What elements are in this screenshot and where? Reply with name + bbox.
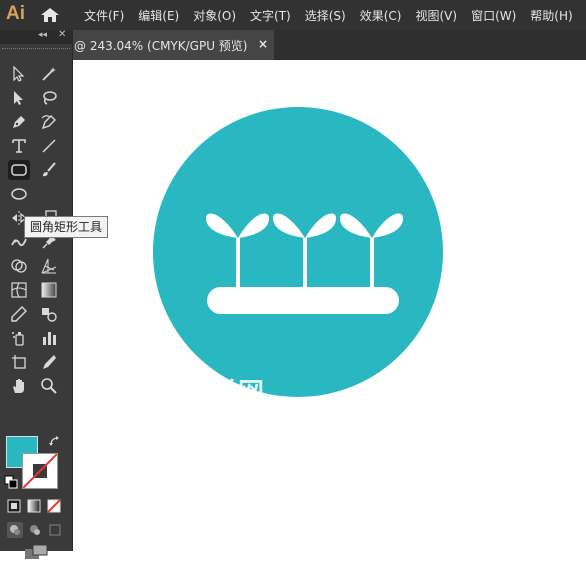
column-graph-tool-icon[interactable] [38, 328, 60, 348]
menu-bar: Ai 文件(F) 编辑(E) 对象(O) 文字(T) 选择(S) 效果(C) 视… [0, 0, 586, 30]
canvas[interactable] [72, 60, 586, 551]
hand-tool-icon[interactable] [8, 376, 30, 396]
document-tab[interactable]: @ 243.04% (CMYK/GPU 预览) × [72, 30, 274, 60]
document-tab-bar: @ 243.04% (CMYK/GPU 预览) × [72, 30, 586, 60]
eyedropper-tool-icon[interactable] [8, 304, 30, 324]
artwork [153, 107, 443, 397]
tools-panel-header: ◂◂ ✕ [0, 29, 72, 44]
perspective-grid-tool-icon[interactable] [38, 256, 60, 276]
ellipse-tool-icon[interactable] [8, 184, 30, 204]
gradient-tool-icon[interactable] [38, 280, 60, 300]
curvature-tool-icon[interactable] [38, 112, 60, 132]
watermark-sub-text: WWW.RJZXW.COM [178, 405, 273, 415]
menu-object[interactable]: 对象(O) [193, 7, 236, 24]
watermark: 软件自学网 WWW.RJZXW.COM [130, 372, 273, 415]
menu-window[interactable]: 窗口(W) [471, 7, 516, 24]
symbol-sprayer-tool-icon[interactable] [8, 328, 30, 348]
direct-selection-tool-icon[interactable] [8, 88, 30, 108]
none-slash-icon [23, 454, 57, 488]
artboard-tool-icon[interactable] [8, 352, 30, 372]
screen-mode-icon[interactable] [24, 544, 48, 560]
tools-panel: ◂◂ ✕ 圆角矩形工具 [0, 29, 109, 559]
menu-edit[interactable]: 编辑(E) [138, 7, 179, 24]
mesh-tool-icon[interactable] [8, 280, 30, 300]
app-logo: Ai [6, 3, 25, 24]
menu-items: 文件(F) 编辑(E) 对象(O) 文字(T) 选择(S) 效果(C) 视图(V… [84, 0, 586, 30]
menu-view[interactable]: 视图(V) [415, 7, 457, 24]
menu-select[interactable]: 选择(S) [305, 7, 346, 24]
draw-inside-icon[interactable] [47, 522, 63, 538]
close-panel-icon[interactable]: ✕ [58, 29, 66, 40]
planter-bar [207, 287, 399, 314]
panel-grip[interactable] [2, 48, 70, 53]
rounded-rectangle-tool-icon[interactable] [8, 160, 30, 180]
draw-behind-icon[interactable] [27, 522, 43, 538]
line-segment-tool-icon[interactable] [38, 136, 60, 156]
lasso-tool-icon[interactable] [38, 88, 60, 108]
zoom-tool-icon[interactable] [38, 376, 60, 396]
magic-wand-tool-icon[interactable] [38, 64, 60, 84]
menu-effect[interactable]: 效果(C) [360, 7, 402, 24]
sprout-stem-1 [236, 238, 240, 290]
collapse-icon[interactable]: ◂◂ [38, 30, 47, 40]
draw-normal-icon[interactable] [7, 522, 23, 538]
menu-type[interactable]: 文字(T) [250, 7, 291, 24]
menu-file[interactable]: 文件(F) [84, 7, 124, 24]
color-swatches [0, 430, 72, 581]
tool-tooltip: 圆角矩形工具 [24, 216, 109, 238]
type-tool-icon[interactable] [8, 136, 30, 156]
watermark-main-text: 软件自学网 [130, 378, 266, 408]
paintbrush-tool-icon[interactable] [38, 160, 60, 180]
menu-help[interactable]: 帮助(H) [530, 7, 572, 24]
artwork-circle[interactable] [153, 107, 443, 397]
slice-tool-icon[interactable] [38, 352, 60, 372]
pen-tool-icon[interactable] [8, 112, 30, 132]
default-colors-icon[interactable] [4, 474, 18, 489]
stroke-color-swatch[interactable] [22, 453, 58, 489]
document-tab-title: @ 243.04% (CMYK/GPU 预览) [74, 38, 248, 53]
gradient-mode-icon[interactable] [27, 498, 41, 513]
shape-builder-tool-icon[interactable] [8, 256, 30, 276]
sprout-stem-3 [370, 238, 374, 290]
color-mode-icon[interactable] [7, 498, 21, 513]
blend-tool-icon[interactable] [38, 304, 60, 324]
none-mode-icon[interactable] [47, 498, 61, 513]
swap-fill-stroke-icon[interactable] [48, 434, 62, 448]
close-tab-icon[interactable]: × [258, 37, 268, 51]
home-icon[interactable] [40, 7, 60, 23]
selection-tool-icon[interactable] [8, 64, 30, 84]
sprout-stem-2 [303, 238, 307, 290]
